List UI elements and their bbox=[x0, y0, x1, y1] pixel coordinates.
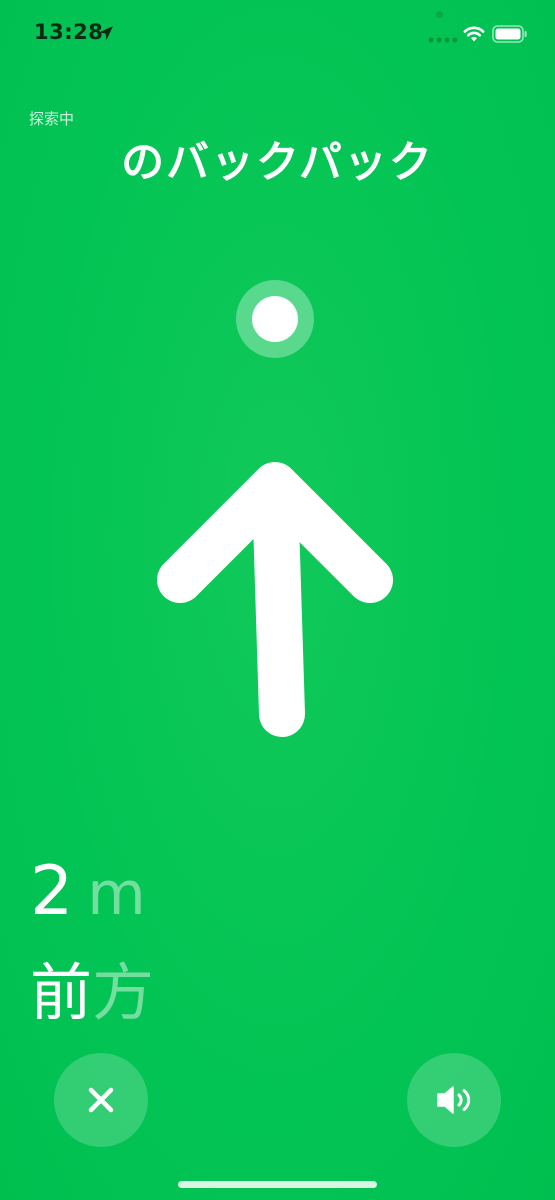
search-status-label: 探索中 bbox=[29, 110, 75, 128]
camera-indicator bbox=[436, 11, 443, 18]
signal-dots-icon bbox=[428, 37, 458, 43]
direction-readout: 前方 bbox=[30, 942, 154, 1032]
status-time: 13:28 bbox=[34, 20, 104, 44]
direction-sub: 方 bbox=[92, 956, 155, 1029]
speaker-icon bbox=[437, 1086, 471, 1114]
close-icon bbox=[88, 1087, 114, 1113]
find-item-screen: 13:28 探索中 のバックパック 2m 前方 bbox=[0, 0, 555, 1200]
target-dot bbox=[252, 296, 298, 342]
battery-icon bbox=[492, 25, 527, 43]
status-bar: 13:28 bbox=[0, 0, 555, 70]
sound-button[interactable] bbox=[407, 1053, 501, 1147]
home-indicator[interactable] bbox=[178, 1181, 377, 1188]
target-indicator bbox=[236, 280, 314, 358]
direction-main: 前 bbox=[30, 956, 93, 1029]
distance-unit: m bbox=[87, 859, 146, 929]
location-arrow-icon bbox=[99, 26, 113, 40]
distance-value: 2 bbox=[30, 852, 74, 931]
wifi-icon bbox=[463, 26, 485, 42]
close-button[interactable] bbox=[54, 1053, 148, 1147]
distance-readout: 2m bbox=[30, 852, 146, 942]
direction-arrow-icon bbox=[157, 462, 393, 737]
item-title: のバックパック bbox=[121, 138, 434, 188]
